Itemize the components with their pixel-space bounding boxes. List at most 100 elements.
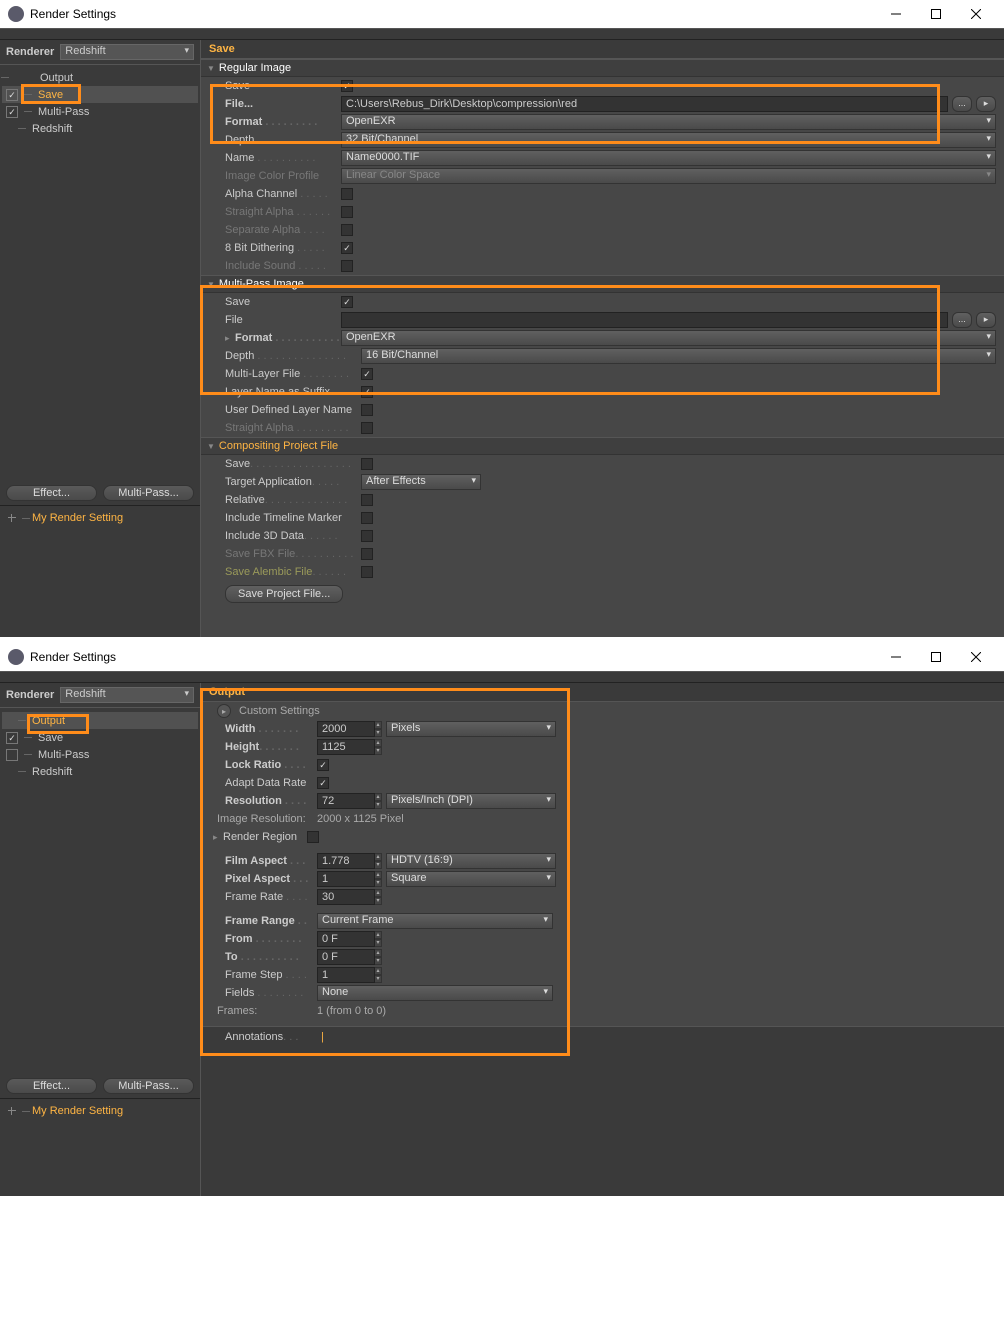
mp-depth-dropdown[interactable]: 16 Bit/Channel [361,348,996,364]
file-path-input[interactable] [341,96,948,112]
preset-my-render-setting[interactable]: My Render Setting [0,1101,200,1121]
to-spinner[interactable]: ▴▾ [374,949,382,965]
mp-straight-alpha-checkbox [361,422,373,434]
close-button[interactable] [956,643,996,671]
frame-step-spinner[interactable]: ▴▾ [374,967,382,983]
film-aspect-dropdown[interactable]: HDTV (16:9) [386,853,556,869]
render-settings-window-output: Render Settings Renderer Redshift Output… [0,643,1004,1196]
sidebar-item-multipass[interactable]: Multi-Pass [2,746,198,763]
app-icon [8,6,24,22]
name-dropdown[interactable]: Name0000.TIF [341,150,996,166]
to-input[interactable] [317,949,375,965]
alpha-channel-checkbox[interactable] [341,188,353,200]
comp-save-checkbox[interactable] [361,458,373,470]
close-button[interactable] [956,0,996,28]
timeline-marker-checkbox[interactable] [361,512,373,524]
browse-button[interactable]: ... [952,96,972,112]
frame-rate-spinner[interactable]: ▴▾ [374,889,382,905]
render-region-checkbox[interactable] [307,831,319,843]
adapt-data-rate-checkbox[interactable] [317,777,329,789]
multipass-button[interactable]: Multi-Pass... [103,1078,194,1094]
resolution-input[interactable] [317,793,375,809]
titlebar[interactable]: Render Settings [0,0,1004,28]
titlebar[interactable]: Render Settings [0,643,1004,671]
pixel-aspect-spinner[interactable]: ▴▾ [374,871,382,887]
lock-ratio-checkbox[interactable] [317,759,329,771]
save-alembic-checkbox [361,566,373,578]
mp-browse-button[interactable]: ... [952,312,972,328]
film-aspect-input[interactable] [317,853,375,869]
regular-save-checkbox[interactable] [341,80,353,92]
section-multipass-image[interactable]: ▼Multi-Pass Image [201,275,1004,293]
frame-step-input[interactable] [317,967,375,983]
film-aspect-spinner[interactable]: ▴▾ [374,853,382,869]
section-regular-image[interactable]: ▼Regular Image [201,59,1004,77]
save-project-file-button[interactable]: Save Project File... [225,585,343,603]
from-input[interactable] [317,931,375,947]
maximize-button[interactable] [916,0,956,28]
pixel-aspect-input[interactable] [317,871,375,887]
file-button[interactable]: File... [225,98,341,110]
format-dropdown[interactable]: OpenEXR [341,114,996,130]
mp-path-menu-button[interactable] [976,312,996,328]
renderer-select[interactable]: Redshift [60,687,194,703]
include-3d-checkbox[interactable] [361,530,373,542]
depth-dropdown[interactable]: 32 Bit/Channel [341,132,996,148]
resolution-unit-dropdown[interactable]: Pixels/Inch (DPI) [386,793,556,809]
app-icon [8,649,24,665]
preset-menu-button[interactable] [217,704,231,718]
multilayer-checkbox[interactable] [361,368,373,380]
mp-format-dropdown[interactable]: OpenEXR [341,330,996,346]
sidebar-item-output[interactable]: Output [2,712,198,729]
layer-suffix-checkbox[interactable] [361,386,373,398]
frame-rate-input[interactable] [317,889,375,905]
renderer-label: Renderer [6,689,54,701]
format-expand-icon[interactable]: ▸ [225,333,235,344]
annotations-cursor: | [321,1031,324,1043]
region-expand-icon[interactable]: ▸ [213,832,223,843]
window-title: Render Settings [30,7,116,21]
target-app-dropdown[interactable]: After Effects [361,474,481,490]
sidebar-item-redshift[interactable]: Redshift [2,763,198,780]
sidebar-item-save[interactable]: Save [2,86,198,103]
frame-range-dropdown[interactable]: Current Frame [317,913,553,929]
mp-save-checkbox[interactable] [341,296,353,308]
from-spinner[interactable]: ▴▾ [374,931,382,947]
width-spinner[interactable]: ▴▾ [374,721,382,737]
width-unit-dropdown[interactable]: Pixels [386,721,556,737]
renderer-select[interactable]: Redshift [60,44,194,60]
main-panel-output: Output Custom Settings Width . . . . . .… [200,683,1004,1196]
multipass-checkbox[interactable] [6,106,18,118]
sidebar-item-save[interactable]: Save [2,729,198,746]
sidebar: Renderer Redshift Output Save Multi-Pass [0,40,200,637]
fields-dropdown[interactable]: None [317,985,553,1001]
main-panel-save: Save ▼Regular Image Save File... ... For… [200,40,1004,637]
section-compositing[interactable]: ▼Compositing Project File [201,437,1004,455]
width-input[interactable] [317,721,375,737]
minimize-button[interactable] [876,643,916,671]
path-menu-button[interactable] [976,96,996,112]
resolution-spinner[interactable]: ▴▾ [374,793,382,809]
multipass-checkbox[interactable] [6,749,18,761]
dithering-checkbox[interactable] [341,242,353,254]
color-profile-dropdown[interactable]: Linear Color Space [341,168,996,184]
height-input[interactable] [317,739,375,755]
mp-file-input[interactable] [341,312,948,328]
sidebar-item-redshift[interactable]: Redshift [2,120,198,137]
maximize-button[interactable] [916,643,956,671]
pixel-aspect-dropdown[interactable]: Square [386,871,556,887]
sidebar-item-multipass[interactable]: Multi-Pass [2,103,198,120]
render-settings-window-save: Render Settings Renderer Redshift Output… [0,0,1004,637]
straight-alpha-checkbox [341,206,353,218]
user-layer-name-checkbox[interactable] [361,404,373,416]
preset-my-render-setting[interactable]: My Render Setting [0,508,200,528]
multipass-button[interactable]: Multi-Pass... [103,485,194,501]
height-spinner[interactable]: ▴▾ [374,739,382,755]
save-checkbox[interactable] [6,89,18,101]
effect-button[interactable]: Effect... [6,485,97,501]
save-checkbox[interactable] [6,732,18,744]
relative-checkbox[interactable] [361,494,373,506]
minimize-button[interactable] [876,0,916,28]
sidebar-item-output[interactable]: Output [2,69,198,86]
effect-button[interactable]: Effect... [6,1078,97,1094]
